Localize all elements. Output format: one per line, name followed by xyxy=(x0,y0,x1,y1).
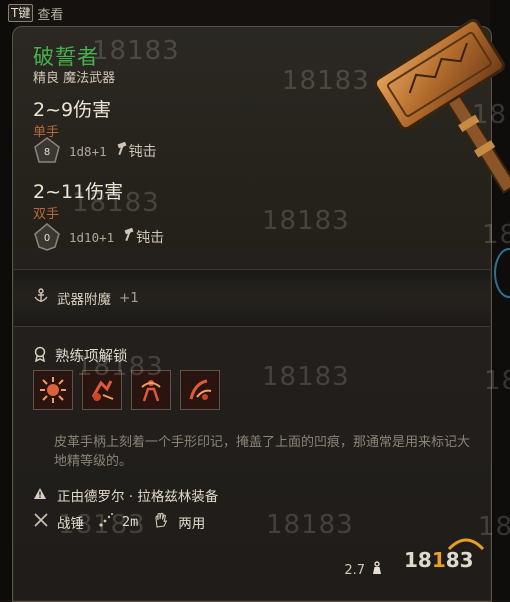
weight-icon xyxy=(371,561,383,579)
proficiency-heading: 熟练项解锁 xyxy=(55,349,128,365)
weapon-type-label: 战锤 xyxy=(57,516,84,532)
enchantment-label: 武器附魔 xyxy=(57,292,111,308)
equipped-row: 正由德罗尔 · 拉格兹林装备 xyxy=(33,485,218,505)
warning-icon xyxy=(33,487,47,504)
hand-icon xyxy=(152,511,170,533)
damage-type-label: 钝击 xyxy=(136,230,165,246)
properties-row: 战锤 2m 两用 xyxy=(33,511,205,533)
dice-formula-two-handed: 1d10+1 xyxy=(69,229,115,245)
d8-die-icon: 8 xyxy=(33,137,61,165)
dice-formula-one-handed: 1d8+1 xyxy=(69,143,107,159)
burst-action-icon xyxy=(40,377,66,403)
proficiency-tile-4[interactable] xyxy=(180,370,220,410)
crossed-weapons-icon xyxy=(33,512,49,532)
damage-type-one-handed: 钝击 xyxy=(115,141,157,161)
inspect-label[interactable]: 查看 xyxy=(37,4,63,23)
handedness-prop: 两用 xyxy=(152,511,205,533)
damage-type-label: 钝击 xyxy=(128,144,157,160)
damage-range-one-handed: 2~9伤害 xyxy=(33,99,112,121)
handedness-label: 两用 xyxy=(178,516,206,532)
item-rarity-type: 精良 魔法武器 xyxy=(33,71,116,86)
logo-text-a: 18 xyxy=(404,548,432,572)
weapon-type-prop: 战锤 xyxy=(33,512,84,532)
item-tooltip-panel: 破誓者 精良 魔法武器 2~9伤害 单手 8 1d8+1 钝击 2~11伤害 双… xyxy=(12,18,510,602)
hand-label-two-handed: 双手 xyxy=(33,207,60,222)
figure-action-icon xyxy=(141,380,161,402)
proficiency-heading-row: 熟练项解锁 xyxy=(33,345,128,366)
d10-die-face: 0 xyxy=(44,233,50,244)
item-description: 皮革手柄上刻着一个手形印记，掩盖了上面的凹痕，那通常是用来标记大地精等级的。 xyxy=(54,435,471,469)
dice-row-two-handed: 0 1d10+1 钝击 xyxy=(33,223,164,251)
d8-die-face: 8 xyxy=(44,147,50,158)
range-prop: 2m xyxy=(98,512,138,532)
weight-row: 2.7 xyxy=(344,561,383,579)
smash-action-icon xyxy=(91,380,114,401)
weight-value: 2.7 xyxy=(344,562,365,578)
medal-icon xyxy=(33,346,47,366)
enchantment-value: +1 xyxy=(119,290,139,306)
logo-text-o: 1 xyxy=(431,548,446,572)
blunt-hammer-icon xyxy=(122,227,134,246)
warhammer-icon xyxy=(373,18,510,194)
topbar: T键 查看 xyxy=(8,4,63,23)
key-hint-badge[interactable]: T键 xyxy=(8,4,34,22)
anchor-icon xyxy=(33,288,49,308)
logo-text-b: 83 xyxy=(445,548,474,572)
damage-type-two-handed: 钝击 xyxy=(122,227,164,247)
d10-die-icon: 0 xyxy=(33,223,61,251)
cleave-action-icon xyxy=(189,379,212,400)
range-arc-icon xyxy=(98,512,114,532)
enchantment-row: 武器附魔 +1 xyxy=(33,288,139,308)
proficiency-icons xyxy=(33,370,220,410)
equipped-by-label: 正由德罗尔 · 拉格兹林装备 xyxy=(57,489,219,505)
site-logo: 18 1 83 xyxy=(404,548,474,572)
proficiency-tile-2[interactable] xyxy=(82,370,122,410)
blunt-hammer-icon xyxy=(115,141,127,160)
proficiency-tile-3[interactable] xyxy=(131,370,171,410)
range-value: 2m xyxy=(122,514,139,530)
dice-row-one-handed: 8 1d8+1 钝击 xyxy=(33,137,157,165)
proficiency-tile-1[interactable] xyxy=(33,370,73,410)
damage-range-two-handed: 2~11伤害 xyxy=(33,181,124,203)
